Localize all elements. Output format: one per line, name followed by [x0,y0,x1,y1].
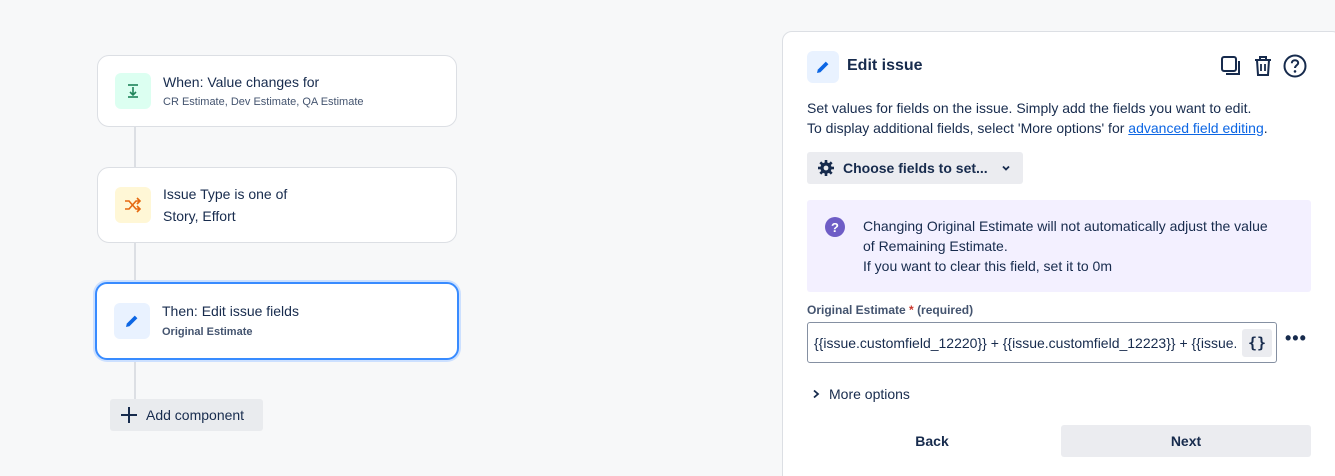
trigger-subtitle: CR Estimate, Dev Estimate, QA Estimate [163,95,364,108]
next-button[interactable]: Next [1061,425,1311,457]
choose-fields-label: Choose fields to set... [843,160,988,176]
description-line2-prefix: To display additional fields, select 'Mo… [807,120,1129,136]
flow-connector [134,242,136,284]
question-icon: ? [825,217,845,237]
gear-icon [818,160,834,176]
required-mark: * [909,303,914,317]
original-estimate-label: Original Estimate * (required) [807,303,973,317]
panel-description: Set values for fields on the issue. Simp… [807,98,1307,138]
plus-icon [121,407,137,423]
choose-fields-button[interactable]: Choose fields to set... [807,152,1023,184]
condition-subtitle: Story, Effort [163,208,236,224]
flow-connector [134,358,136,400]
more-options-toggle[interactable]: More options [811,386,910,402]
condition-title: Issue Type is one of [163,186,288,202]
trigger-title: When: Value changes for [163,73,320,90]
original-estimate-value[interactable]: {{issue.customfield_12220}} + {{issue.cu… [808,335,1236,351]
add-component-button[interactable]: Add component [110,399,263,431]
info-line3: If you want to clear this field, set it … [863,258,1112,274]
flow-connector [134,126,136,168]
more-actions-icon[interactable]: ••• [1285,328,1307,349]
trash-icon[interactable] [1251,54,1275,78]
duplicate-icon[interactable] [1219,54,1243,78]
info-line1: Changing Original Estimate will not auto… [863,218,1268,234]
info-message: ? Changing Original Estimate will not au… [807,200,1311,292]
condition-card[interactable]: Issue Type is one of Story, Effort [97,167,457,243]
edit-issue-panel: Edit issue Set values for fields on the … [782,31,1335,476]
chevron-down-icon [1002,165,1010,171]
action-subtitle: Original Estimate [162,326,253,338]
required-text: (required) [917,303,974,317]
back-button[interactable]: Back [807,425,1057,457]
trigger-card[interactable]: When: Value changes for CR Estimate, Dev… [97,55,457,127]
original-estimate-input[interactable]: {{issue.customfield_12220}} + {{issue.cu… [807,322,1277,363]
advanced-field-editing-link[interactable]: advanced field editing [1128,120,1263,136]
chevron-right-icon [813,389,820,399]
shuffle-icon [115,187,151,223]
pencil-icon [114,303,150,339]
panel-title: Edit issue [847,57,923,74]
action-title: Then: Edit issue fields [162,303,299,319]
info-line2: of Remaining Estimate. [863,238,1008,254]
smart-values-button[interactable]: {} [1242,329,1272,357]
action-card[interactable]: Then: Edit issue fields Original Estimat… [95,282,459,360]
description-line1: Set values for fields on the issue. Simp… [807,100,1252,116]
trigger-icon [115,73,151,109]
description-line2-suffix: . [1263,120,1268,136]
pencil-icon [807,51,839,83]
more-options-label: More options [829,386,910,402]
help-icon[interactable] [1283,54,1307,78]
add-component-label: Add component [146,407,245,423]
field-label-text: Original Estimate [807,303,906,317]
